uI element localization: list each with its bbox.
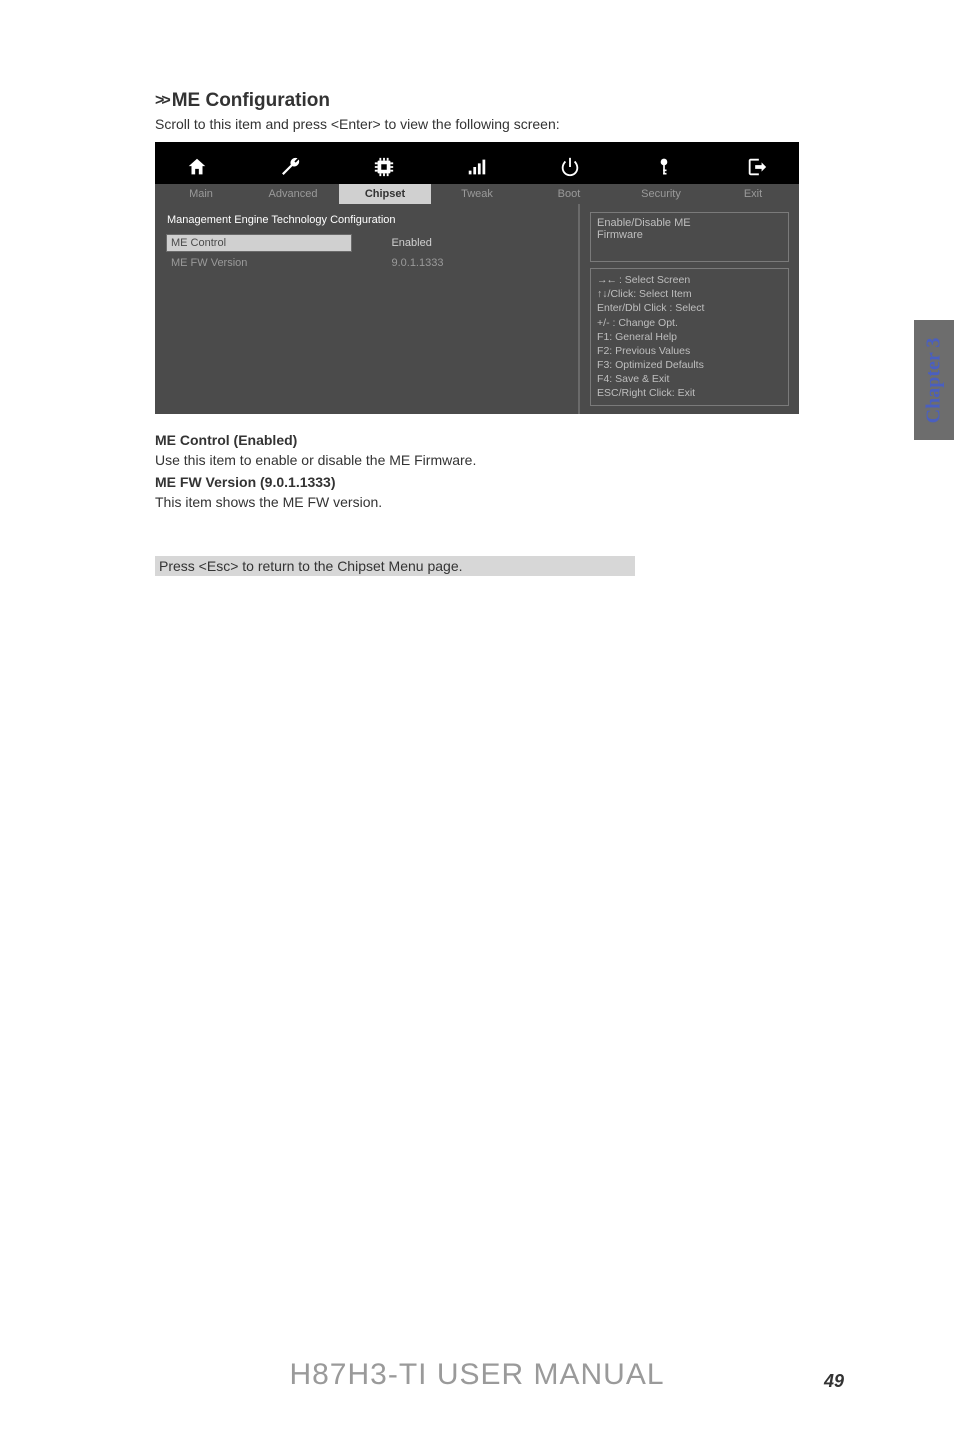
manual-title: H87H3-TI USER MANUAL: [0, 1358, 954, 1392]
page-footer: H87H3-TI USER MANUAL 49: [0, 1358, 954, 1392]
tab-icon-main[interactable]: [165, 156, 228, 178]
bios-icon-row: [155, 142, 799, 184]
tab-security[interactable]: Security: [615, 184, 707, 204]
keys-line: F1: General Help: [597, 330, 782, 344]
tab-icon-exit[interactable]: [726, 156, 789, 178]
tab-icon-security[interactable]: [632, 156, 695, 178]
tab-icon-tweak[interactable]: [445, 156, 508, 178]
keys-line: →← : Select Screen: [597, 273, 782, 287]
key-icon: [654, 156, 674, 178]
tab-exit[interactable]: Exit: [707, 184, 799, 204]
field-label: ME Control: [167, 235, 351, 251]
home-icon: [184, 156, 210, 178]
tab-boot[interactable]: Boot: [523, 184, 615, 204]
wrench-icon: [277, 156, 303, 178]
keys-line: ↑↓/Click: Select Item: [597, 287, 782, 301]
keys-line: +/- : Change Opt.: [597, 316, 782, 330]
tab-advanced[interactable]: Advanced: [247, 184, 339, 204]
paragraph: Use this item to enable or disable the M…: [155, 452, 799, 468]
bios-page-header: Management Engine Technology Configurati…: [167, 214, 568, 226]
keys-line: F2: Previous Values: [597, 344, 782, 358]
help-line: Firmware: [597, 229, 782, 241]
heading-me-fw-version: ME FW Version (9.0.1.1333): [155, 474, 799, 490]
field-value: 9.0.1.1333: [351, 257, 568, 269]
tab-tweak[interactable]: Tweak: [431, 184, 523, 204]
keys-line: F4: Save & Exit: [597, 372, 782, 386]
chapter-tab: Chapter 3: [914, 320, 954, 440]
tab-icon-chipset[interactable]: [352, 156, 415, 178]
keys-line: ESC/Right Click: Exit: [597, 386, 782, 400]
esc-note: Press <Esc> to return to the Chipset Men…: [155, 556, 635, 576]
arrows-icon: →←: [597, 274, 616, 286]
bios-panel: Main Advanced Chipset Tweak Boot Securit…: [155, 142, 799, 414]
field-label: ME FW Version: [167, 255, 351, 271]
bios-tab-labels: Main Advanced Chipset Tweak Boot Securit…: [155, 184, 799, 204]
paragraph: This item shows the ME FW version.: [155, 494, 799, 510]
bios-help-box: Enable/Disable ME Firmware: [590, 212, 789, 262]
chip-icon: [371, 156, 397, 178]
tab-main[interactable]: Main: [155, 184, 247, 204]
chapter-label: Chapter 3: [923, 337, 946, 423]
tab-icon-boot[interactable]: [539, 156, 602, 178]
field-me-fw-version: ME FW Version 9.0.1.1333: [167, 254, 568, 272]
bios-main-area: Management Engine Technology Configurati…: [155, 204, 580, 414]
help-line: Enable/Disable ME: [597, 217, 782, 229]
bios-keys-box: →← : Select Screen ↑↓/Click: Select Item…: [590, 268, 789, 406]
tab-chipset[interactable]: Chipset: [339, 184, 431, 204]
heading-me-control: ME Control (Enabled): [155, 432, 799, 448]
field-value: Enabled: [351, 237, 568, 249]
section-subtitle: Scroll to this item and press <Enter> to…: [155, 116, 799, 132]
section-header: >> ME Configuration: [155, 90, 799, 112]
keys-line: Enter/Dbl Click : Select: [597, 301, 782, 315]
power-icon: [558, 156, 582, 178]
field-me-control[interactable]: ME Control Enabled: [167, 234, 568, 252]
keys-line: F3: Optimized Defaults: [597, 358, 782, 372]
signal-icon: [464, 156, 490, 178]
tab-icon-advanced[interactable]: [258, 156, 321, 178]
section-title: ME Configuration: [172, 90, 330, 112]
chevrons-icon: >>: [155, 92, 168, 110]
page-number: 49: [824, 1371, 844, 1392]
exit-icon: [745, 156, 769, 178]
